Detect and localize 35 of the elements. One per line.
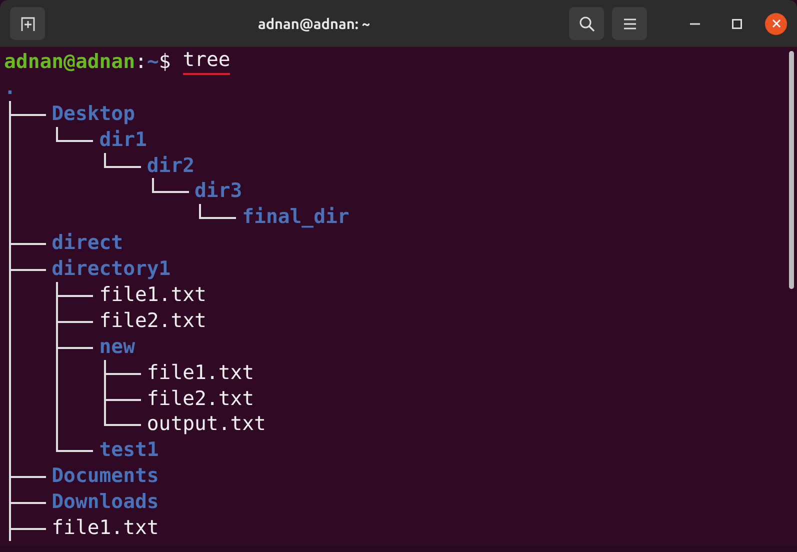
- prompt-path: ~: [146, 49, 159, 75]
- search-button[interactable]: [569, 7, 604, 40]
- file-name: file1.txt: [146, 360, 254, 386]
- directory-name: direct: [52, 230, 124, 256]
- file-name: file1.txt: [52, 515, 159, 541]
- scrollbar[interactable]: [789, 51, 794, 289]
- directory-name: Downloads: [52, 489, 159, 516]
- directory-name: directory1: [52, 256, 171, 282]
- new-tab-icon: [20, 16, 36, 32]
- prompt-symbol: $: [158, 49, 171, 75]
- directory-name: Desktop: [52, 100, 135, 127]
- file-name: file2.txt: [99, 308, 206, 334]
- directory-name: test1: [99, 437, 159, 464]
- window-title: adnan@adnan: ~: [257, 15, 371, 32]
- directory-name: dir2: [146, 152, 195, 178]
- close-button[interactable]: [765, 12, 787, 34]
- directory-name: dir1: [99, 126, 147, 153]
- directory-name: dir3: [194, 178, 242, 204]
- minimize-icon: [690, 22, 700, 24]
- close-icon: [772, 19, 780, 28]
- tree-root: .: [4, 74, 16, 101]
- new-tab-button[interactable]: [10, 7, 45, 40]
- menu-button[interactable]: [612, 7, 647, 40]
- command-text: tree: [182, 49, 230, 75]
- directory-name: new: [99, 334, 135, 360]
- menu-icon: [624, 18, 636, 30]
- prompt-separator: :: [135, 49, 147, 75]
- maximize-icon: [732, 18, 742, 28]
- file-name: file2.txt: [146, 386, 254, 412]
- search-icon: [578, 16, 594, 32]
- directory-name: Documents: [52, 463, 159, 490]
- directory-name: final_dir: [242, 204, 350, 230]
- file-name: output.txt: [146, 411, 266, 438]
- file-name: file1.txt: [99, 282, 206, 308]
- prompt-user-host: adnan@adnan: [4, 49, 136, 75]
